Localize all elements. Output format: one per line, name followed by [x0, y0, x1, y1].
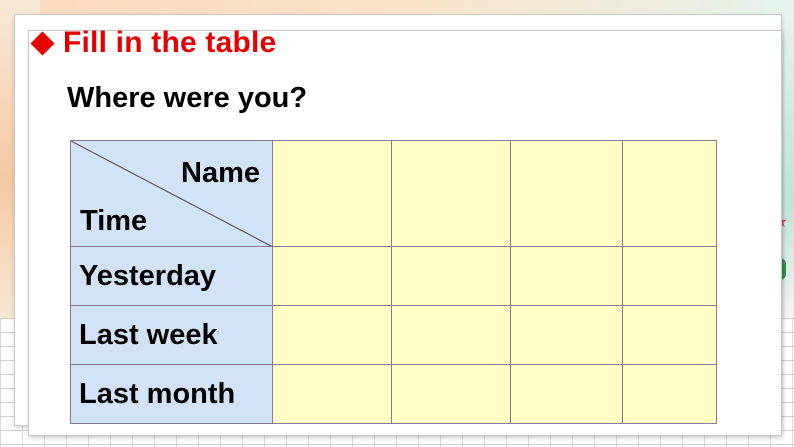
corner-header-cell: Name Time	[70, 140, 273, 247]
row-label-yesterday: Yesterday	[70, 246, 273, 306]
table-row: Last month	[70, 364, 717, 424]
answer-cell[interactable]	[622, 364, 717, 424]
answer-cell[interactable]	[272, 305, 392, 365]
table-row: Yesterday	[70, 246, 717, 306]
table-header-row: Name Time	[70, 140, 717, 247]
name-cell-1[interactable]	[272, 140, 392, 247]
table-row: Last week	[70, 305, 717, 365]
row-label-last-week: Last week	[70, 305, 273, 365]
answer-cell[interactable]	[622, 246, 717, 306]
question-text: Where were you?	[67, 82, 308, 114]
answer-cell[interactable]	[622, 305, 717, 365]
slide-heading: Fill in the table	[30, 26, 276, 60]
name-cell-4[interactable]	[622, 140, 717, 247]
name-cell-3[interactable]	[510, 140, 623, 247]
answer-cell[interactable]	[510, 246, 623, 306]
row-label-last-month: Last month	[70, 364, 273, 424]
answer-cell[interactable]	[391, 364, 511, 424]
heading-text: Fill in the table	[63, 26, 277, 59]
answer-cell[interactable]	[272, 364, 392, 424]
answer-cell[interactable]	[391, 305, 511, 365]
answer-cell[interactable]	[391, 246, 511, 306]
name-column-label: Name	[181, 157, 260, 189]
answer-table: Name Time Yesterday Last week Last month	[70, 140, 717, 424]
answer-cell[interactable]	[510, 364, 623, 424]
diamond-bullet-icon	[30, 30, 55, 56]
name-cell-2[interactable]	[391, 140, 511, 247]
answer-cell[interactable]	[510, 305, 623, 365]
time-row-label: Time	[80, 205, 148, 237]
answer-cell[interactable]	[272, 246, 392, 306]
